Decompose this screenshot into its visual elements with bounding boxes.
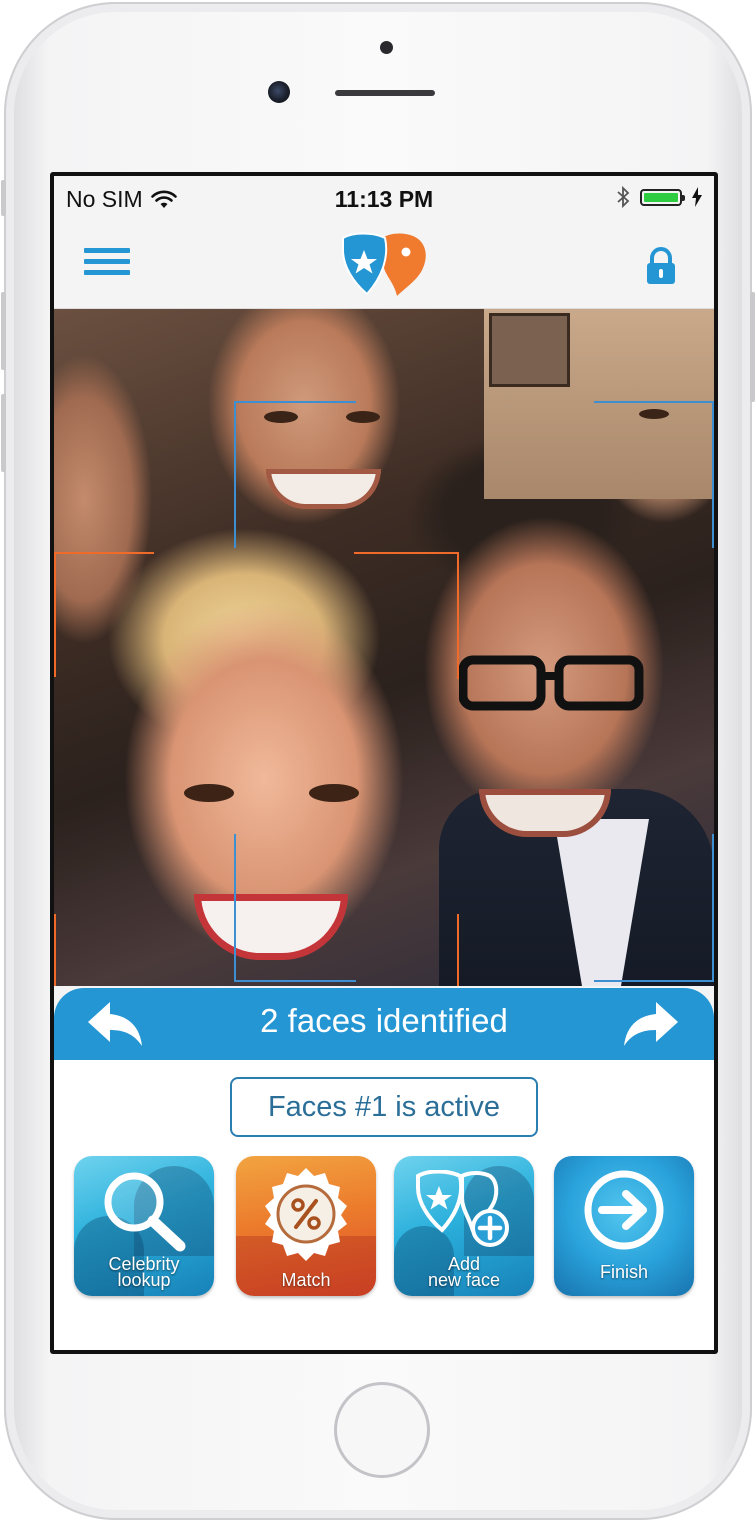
arrow-right-circle-icon — [584, 1170, 664, 1250]
face-box-3-bottom — [594, 834, 714, 982]
percent-badge-icon — [265, 1168, 347, 1261]
add-face-icon — [416, 1170, 509, 1247]
mute-switch — [1, 180, 6, 216]
status-right — [616, 185, 702, 209]
photo-picture-frame — [489, 313, 570, 387]
app-display: No SIM 11:13 PM 2 faces identified Faces… — [54, 176, 714, 1350]
home-button[interactable] — [334, 1382, 430, 1478]
celebrity-lookup-button[interactable]: Celebrity lookup — [74, 1156, 214, 1296]
face-box-1-bottom — [234, 834, 356, 982]
finish-label: Finish — [599, 1262, 648, 1282]
photo-glasses — [459, 655, 644, 711]
phone-frame: No SIM 11:13 PM 2 faces identified Faces… — [1, 2, 755, 1520]
faces-banner: 2 faces identified — [54, 988, 714, 1060]
face-box-1[interactable] — [234, 401, 356, 551]
faces-count-label: 2 faces identified — [260, 1002, 508, 1039]
redo-arrow-icon[interactable] — [620, 998, 680, 1050]
action-panel: Faces #1 is active Celebrity lookup Matc… — [54, 1060, 714, 1350]
magnifier-icon — [104, 1172, 186, 1252]
earpiece-speaker — [335, 90, 435, 96]
match-button[interactable]: Match — [236, 1156, 376, 1296]
active-face-indicator[interactable]: Faces #1 is active — [230, 1077, 538, 1137]
app-logo — [342, 232, 426, 296]
volume-up-button — [1, 292, 6, 370]
bluetooth-icon — [617, 185, 630, 209]
hamburger-icon[interactable] — [84, 248, 130, 282]
volume-down-button — [1, 394, 6, 472]
face-box-3[interactable] — [594, 401, 714, 551]
screen: No SIM 11:13 PM 2 faces identified Faces… — [50, 172, 718, 1354]
match-label: Match — [281, 1270, 331, 1290]
front-camera — [268, 81, 290, 103]
lock-icon[interactable] — [644, 246, 678, 286]
celebrity-lookup-label-2: lookup — [117, 1270, 171, 1290]
clock: 11:13 PM — [334, 186, 434, 212]
selfie-photo — [54, 309, 714, 986]
nav-bar — [54, 220, 714, 309]
finish-button[interactable]: Finish — [554, 1156, 694, 1296]
add-new-face-label-2: new face — [427, 1270, 501, 1290]
battery-fill — [644, 192, 678, 202]
battery-icon — [640, 188, 685, 206]
battery-cap — [682, 194, 685, 201]
proximity-sensor — [380, 41, 393, 54]
add-new-face-button[interactable]: Add new face — [394, 1156, 534, 1296]
status-bar: No SIM 11:13 PM — [54, 176, 714, 220]
power-button — [750, 292, 755, 402]
charging-bolt-icon — [692, 187, 702, 207]
